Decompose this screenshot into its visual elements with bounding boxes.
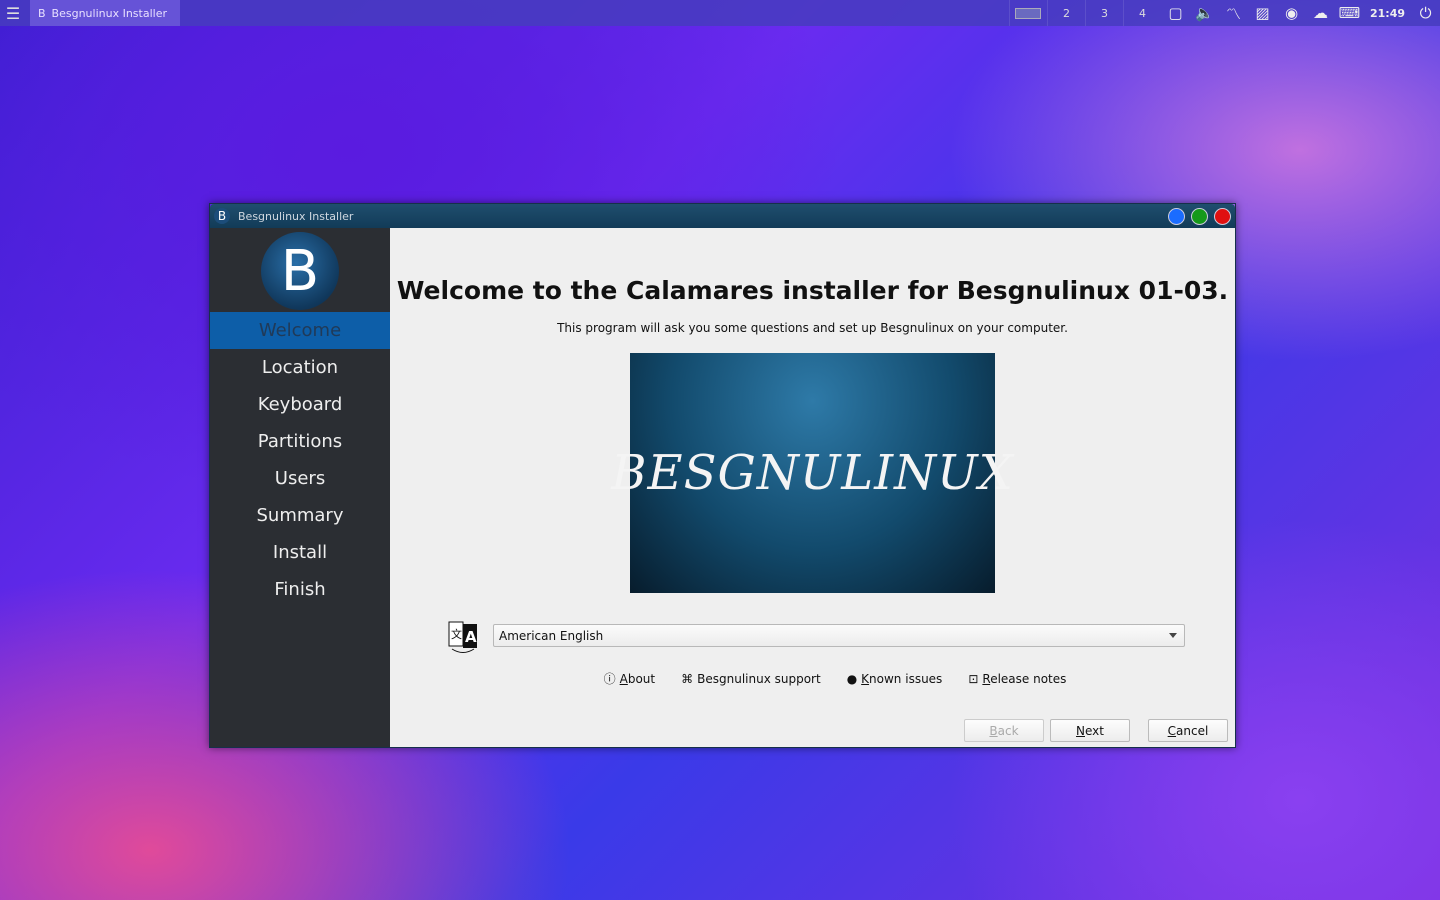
language-icon: 文A: [448, 621, 477, 653]
mnemonic: A: [619, 671, 628, 686]
step-welcome: Welcome: [210, 312, 390, 349]
window-icon[interactable]: ▢: [1161, 0, 1190, 26]
monitor-icon[interactable]: 〽: [1219, 0, 1248, 26]
mnemonic: N: [1076, 723, 1085, 738]
svg-text:A: A: [465, 628, 477, 646]
welcome-page: Welcome to the Calamares installer for B…: [390, 228, 1235, 747]
step-partitions: Partitions: [257, 431, 343, 452]
about-label: bout: [627, 671, 656, 686]
page-subtitle: This program will ask you some questions…: [557, 321, 1068, 335]
chevron-down-icon: [1169, 633, 1177, 642]
workspace-1[interactable]: [1008, 0, 1047, 26]
taskbar-item-installer[interactable]: B Besgnulinux Installer: [30, 0, 180, 26]
known-issues-button[interactable]: ● Known issues: [847, 670, 943, 687]
bug-icon: ●: [846, 671, 858, 686]
mnemonic: B: [989, 723, 998, 738]
language-select[interactable]: American English: [493, 624, 1185, 647]
step-keyboard: Keyboard: [257, 394, 343, 415]
distro-logo: B: [261, 232, 339, 310]
notes-icon: ⊡: [968, 671, 979, 686]
info-icon: ⓘ: [603, 672, 616, 686]
next-label: ext: [1085, 723, 1104, 738]
minimize-button[interactable]: [1168, 207, 1185, 225]
weather-icon[interactable]: ☁: [1306, 0, 1335, 26]
step-location: Location: [261, 357, 339, 378]
sidebar: B Welcome Location Keyboard Partitions U…: [210, 228, 390, 747]
workspace-3[interactable]: 3: [1084, 0, 1123, 26]
distro-banner: BESGNULINUX: [611, 353, 1013, 593]
next-button[interactable]: Next: [1050, 719, 1130, 742]
keyboard-icon[interactable]: ⌨: [1335, 0, 1364, 26]
cancel-button[interactable]: Cancel: [1148, 719, 1228, 742]
step-users: Users: [274, 468, 326, 489]
mnemonic: C: [1167, 723, 1177, 738]
taskbar: ☰ B Besgnulinux Installer 2 3 4 ▢ 🔈 〽 ▨ ◉…: [0, 0, 1440, 26]
svg-text:文: 文: [451, 627, 462, 641]
back-label: ack: [997, 723, 1019, 738]
installer-window: B Besgnulinux Installer B Welcome Locati…: [209, 203, 1236, 748]
release-notes-button[interactable]: ⊡ Release notes: [968, 670, 1066, 687]
page-title: Welcome to the Calamares installer for B…: [396, 276, 1229, 305]
hamburger-icon[interactable]: ☰: [0, 0, 26, 26]
mnemonic: K: [861, 671, 870, 686]
about-button[interactable]: ⓘ About: [604, 670, 656, 687]
cancel-label: ancel: [1176, 723, 1209, 738]
window-title: Besgnulinux Installer: [238, 209, 354, 223]
back-button[interactable]: Back: [964, 719, 1044, 742]
task-label: Besgnulinux Installer: [51, 6, 167, 20]
title-bar[interactable]: B Besgnulinux Installer: [210, 204, 1235, 228]
step-summary: Summary: [256, 505, 344, 526]
power-icon[interactable]: ⏻: [1411, 0, 1440, 26]
step-install: Install: [272, 542, 328, 563]
step-finish: Finish: [274, 579, 326, 600]
maximize-button[interactable]: [1191, 207, 1208, 225]
release-notes-label: elease notes: [990, 671, 1067, 686]
b-logo-icon: B: [38, 6, 46, 20]
app-logo-icon: B: [214, 208, 230, 224]
close-button[interactable]: [1214, 207, 1231, 225]
clock[interactable]: 21:49: [1364, 7, 1411, 20]
support-button[interactable]: ⌘ Besgnulinux support: [681, 670, 821, 687]
language-value: American English: [499, 628, 604, 643]
volume-icon[interactable]: 🔈: [1190, 0, 1219, 26]
workspace-2[interactable]: 2: [1046, 0, 1085, 26]
known-issues-label: nown issues: [869, 671, 943, 686]
support-label: Besgnulinux support: [697, 671, 821, 686]
image-icon[interactable]: ▨: [1248, 0, 1277, 26]
record-icon[interactable]: ◉: [1277, 0, 1306, 26]
support-icon: ⌘: [681, 671, 694, 686]
workspace-4[interactable]: 4: [1122, 0, 1161, 26]
